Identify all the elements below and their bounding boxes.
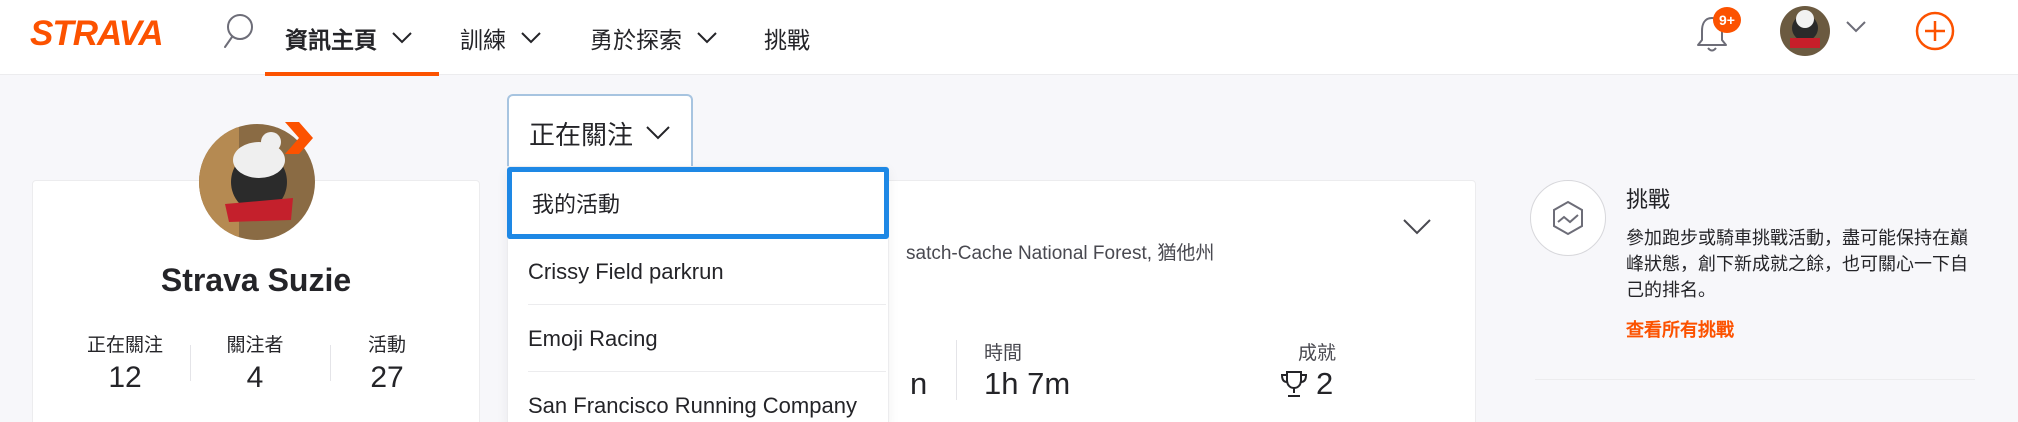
activity-achievements: 2: [1278, 366, 1333, 402]
challenge-title: 挑戰: [1626, 187, 1671, 212]
chevron-down-icon: [521, 31, 541, 43]
option-label: San Francisco Running Company: [528, 393, 857, 418]
activity-location: satch-Cache National Forest, 猶他州: [906, 243, 1215, 264]
stat-following[interactable]: 正在關注 12: [70, 330, 180, 395]
chevron-down-icon: [392, 31, 412, 43]
feed-filter-selected: 正在關注: [529, 119, 634, 150]
strava-logo[interactable]: STRAVA: [30, 14, 164, 54]
search-icon[interactable]: [218, 10, 258, 54]
divider: [1535, 379, 1975, 380]
challenge-description: 參加跑步或騎車挑戰活動，盡可能保持在巔峰狀態，創下新成就之餘，也可關心一下自己的…: [1626, 228, 1968, 300]
nav-dashboard[interactable]: 資訊主頁: [285, 0, 413, 75]
chevron-down-icon: [646, 126, 670, 140]
feed-filter-option-club[interactable]: San Francisco Running Company: [528, 373, 886, 422]
challenge-icon: [1530, 180, 1606, 256]
feed-filter-dropdown[interactable]: 正在關注: [507, 94, 693, 170]
feed-filter-option-club[interactable]: Emoji Racing: [528, 306, 886, 372]
stat-label: 正在關注: [86, 335, 163, 356]
nav-dashboard-label: 資訊主頁: [285, 26, 377, 53]
divider: [330, 345, 331, 381]
chevron-down-icon: [697, 31, 717, 43]
stat-value: 12: [108, 361, 142, 394]
subscriber-chevron-icon: [281, 120, 317, 156]
chevron-down-icon[interactable]: [1402, 218, 1432, 236]
active-nav-indicator: [265, 72, 439, 76]
stat-value: 27: [370, 361, 404, 394]
option-label: Emoji Racing: [528, 325, 658, 351]
stat-value: 4: [246, 361, 264, 394]
trophy-icon: [1280, 371, 1308, 397]
activity-time-value: 1h 7m: [984, 366, 1071, 401]
nav-challenges[interactable]: 挑戰: [764, 0, 810, 75]
nav-explore[interactable]: 勇於探索: [590, 0, 718, 75]
stat-label: 關注者: [226, 335, 284, 356]
activity-time-label: 時間: [984, 343, 1023, 364]
activity-achievements-label: 成就: [1298, 343, 1337, 364]
avatar[interactable]: [1780, 6, 1830, 56]
nav-explore-label: 勇於探索: [590, 26, 682, 53]
divider: [956, 340, 957, 400]
top-navigation-bar: STRAVA 資訊主頁 訓練 勇於探索 挑戰 9+: [0, 0, 2018, 76]
profile-name[interactable]: Strava Suzie: [32, 262, 480, 299]
option-label: Crissy Field parkrun: [528, 258, 724, 284]
feed-filter-option-my-activities[interactable]: 我的活動: [507, 167, 889, 239]
stat-followers[interactable]: 關注者 4: [200, 330, 310, 395]
option-label: 我的活動: [532, 192, 621, 217]
nav-training-label: 訓練: [460, 26, 506, 53]
notification-badge: 9+: [1713, 7, 1741, 33]
feed-filter-option-club[interactable]: Crissy Field parkrun: [528, 239, 886, 305]
stat-label: 活動: [367, 335, 406, 356]
stat-activities[interactable]: 活動 27: [332, 330, 442, 395]
nav-challenges-label: 挑戰: [764, 26, 810, 53]
activity-distance-value: n: [910, 366, 928, 401]
plus-circle-icon[interactable]: [1915, 11, 1955, 51]
nav-training[interactable]: 訓練: [460, 0, 542, 75]
chevron-down-icon[interactable]: [1845, 20, 1867, 34]
feed-filter-menu: 我的活動 Crissy Field parkrun Emoji Racing S…: [507, 166, 889, 422]
view-all-challenges-link[interactable]: 查看所有挑戰: [1626, 316, 1734, 342]
activity-achievements-value: 2: [1316, 366, 1334, 401]
divider: [190, 345, 191, 381]
